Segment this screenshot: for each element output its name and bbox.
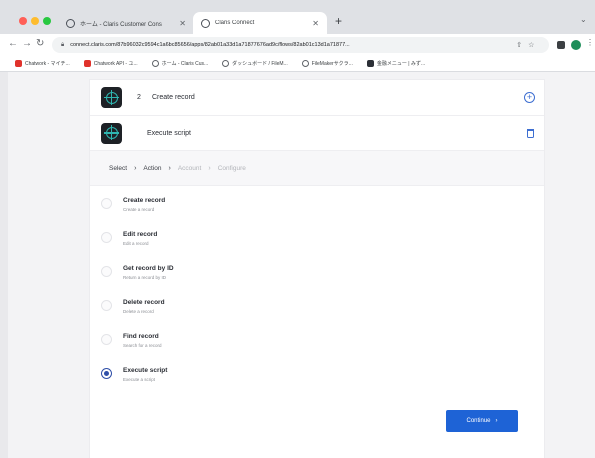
chatwork-icon: [15, 60, 22, 67]
browser-titlebar: ホーム - Claris Customer Cons ✕ Claris Conn…: [0, 0, 595, 34]
bookmark-label: Chatwork - マイチ...: [25, 61, 70, 67]
option-title: Edit record: [123, 231, 158, 238]
browser-tab[interactable]: ホーム - Claris Customer Cons ✕: [60, 12, 192, 34]
close-window-button[interactable]: [19, 17, 27, 25]
forward-arrow-icon[interactable]: →: [22, 38, 32, 49]
tab-title: Claris Connect: [215, 20, 255, 26]
option-title: Get record by ID: [123, 265, 174, 272]
radio-button-selected[interactable]: [101, 368, 112, 379]
bookmark-label: 金融メニュー | みず...: [376, 61, 426, 67]
bookmark-item[interactable]: FileMakerサクラ...: [301, 60, 353, 67]
bookmark-label: FileMakerサクラ...: [311, 61, 353, 67]
radio-button[interactable]: [101, 198, 112, 209]
option-description: Return a record by ID: [123, 275, 167, 280]
option-description: Search for a record: [123, 343, 162, 348]
back-arrow-icon[interactable]: ←: [8, 38, 18, 49]
add-step-icon[interactable]: +: [524, 92, 535, 103]
maximize-window-button[interactable]: [43, 17, 51, 25]
radio-button[interactable]: [101, 334, 112, 345]
bookmark-label: ホーム - Claris Cus...: [161, 61, 209, 67]
radio-button[interactable]: [101, 232, 112, 243]
step-create-record[interactable]: 2 Create record +: [90, 80, 544, 116]
chevron-right-icon: ›: [168, 164, 171, 172]
option-title: Execute script: [123, 367, 168, 374]
bank-icon: [366, 60, 374, 67]
option-description: Delete a record: [123, 309, 154, 314]
globe-icon: [151, 60, 159, 67]
address-bar[interactable]: 🔒︎ connect.claris.com/87b96032c9594c1a6b…: [52, 37, 549, 53]
browser-menu-icon[interactable]: ⋮: [586, 38, 594, 47]
option-description: Execute a script: [123, 377, 156, 382]
url-text[interactable]: connect.claris.com/87b96032c9594c1a6bc85…: [70, 42, 510, 48]
bookmark-item[interactable]: Chatwork API - ユ...: [83, 60, 138, 67]
page-background: 2 Create record + Execute script Select …: [8, 72, 595, 458]
option-title: Find record: [123, 333, 159, 340]
option-title: Delete record: [123, 299, 165, 306]
filemaker-icon: [301, 60, 309, 67]
claris-app-icon: [101, 87, 122, 108]
breadcrumb-select[interactable]: Select: [109, 165, 127, 172]
new-tab-button[interactable]: +: [335, 14, 342, 28]
reload-icon[interactable]: ↻: [36, 38, 44, 49]
step-execute-script[interactable]: Execute script: [90, 116, 544, 151]
step-label: Execute script: [147, 129, 191, 137]
chatwork-icon: [83, 60, 91, 67]
bookmark-item[interactable]: Chatwork - マイチ...: [15, 60, 70, 67]
radio-button[interactable]: [101, 266, 112, 277]
bookmark-star-icon[interactable]: ☆: [528, 41, 534, 49]
option-description: Edit a record: [123, 241, 149, 246]
extension-icon[interactable]: [557, 41, 565, 49]
trash-icon[interactable]: [527, 128, 534, 138]
filemaker-icon: [222, 60, 230, 67]
bookmark-item[interactable]: ホーム - Claris Cus...: [151, 60, 209, 67]
tab-search-chevron-icon[interactable]: ⌄: [580, 15, 587, 24]
close-tab-icon[interactable]: ✕: [179, 19, 186, 28]
option-edit-record[interactable]: Edit record Edit a record: [101, 228, 401, 252]
share-icon[interactable]: ⇧: [516, 41, 522, 49]
bookmarks-bar: Chatwork - マイチ... Chatwork API - ユ... ホー…: [0, 56, 595, 72]
arrow-right-icon: ›: [495, 418, 498, 424]
continue-button[interactable]: Continue ›: [446, 410, 518, 432]
option-description: Create a record: [123, 207, 155, 212]
flow-step-card: 2 Create record + Execute script Select …: [90, 80, 544, 458]
option-execute-script[interactable]: Execute script Execute a script: [101, 364, 401, 388]
browser-toolbar: ← → ↻ 🔒︎ connect.claris.com/87b96032c959…: [0, 34, 595, 56]
breadcrumb-action[interactable]: Action: [143, 165, 161, 172]
option-find-record[interactable]: Find record Search for a record: [101, 330, 401, 354]
option-create-record[interactable]: Create record Create a record: [101, 194, 401, 218]
continue-label: Continue: [466, 418, 491, 424]
close-tab-icon[interactable]: ✕: [312, 19, 319, 28]
breadcrumb: Select › Action › Account › Configure: [90, 151, 544, 186]
bookmark-item[interactable]: ダッシュボード / FileM...: [222, 60, 288, 67]
option-get-record-by-id[interactable]: Get record by ID Return a record by ID: [101, 262, 401, 286]
breadcrumb-configure: Configure: [217, 164, 246, 172]
claris-app-icon: [101, 122, 122, 144]
breadcrumb-account: Account: [177, 164, 202, 172]
option-title: Create record: [123, 197, 166, 204]
tab-title: ホーム - Claris Customer Cons: [80, 21, 162, 28]
bookmark-label: Chatwork API - ユ...: [93, 61, 138, 67]
minimize-window-button[interactable]: [31, 17, 39, 25]
globe-icon: [66, 18, 75, 28]
bookmark-label: ダッシュボード / FileM...: [232, 61, 288, 67]
browser-tab-active[interactable]: Claris Connect ✕: [193, 12, 327, 34]
option-delete-record[interactable]: Delete record Delete a record: [101, 296, 401, 320]
chevron-right-icon: ›: [208, 164, 211, 172]
step-label: Create record: [152, 94, 195, 101]
step-number: 2: [137, 94, 141, 101]
profile-avatar[interactable]: [571, 40, 581, 50]
chevron-right-icon: ›: [134, 164, 137, 172]
globe-icon: [201, 18, 210, 28]
bookmark-item[interactable]: 金融メニュー | みず...: [366, 60, 426, 67]
radio-button[interactable]: [101, 300, 112, 311]
lock-icon: 🔒︎: [61, 41, 65, 48]
